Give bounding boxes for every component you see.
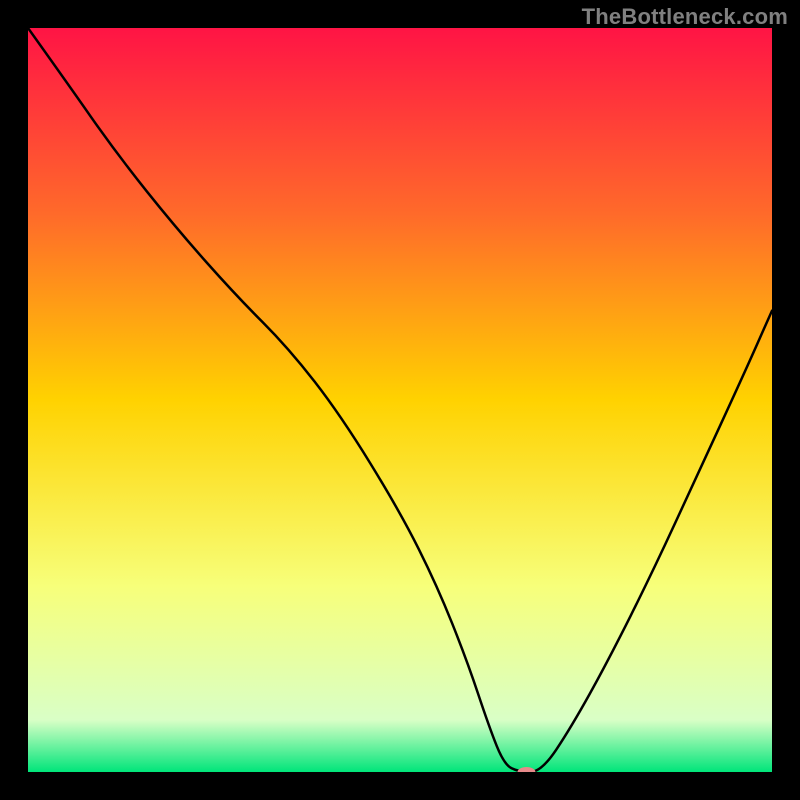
- chart-svg: [28, 28, 772, 772]
- watermark-text: TheBottleneck.com: [582, 4, 788, 30]
- plot-area: [28, 28, 772, 772]
- chart-frame: TheBottleneck.com: [0, 0, 800, 800]
- gradient-background: [28, 28, 772, 772]
